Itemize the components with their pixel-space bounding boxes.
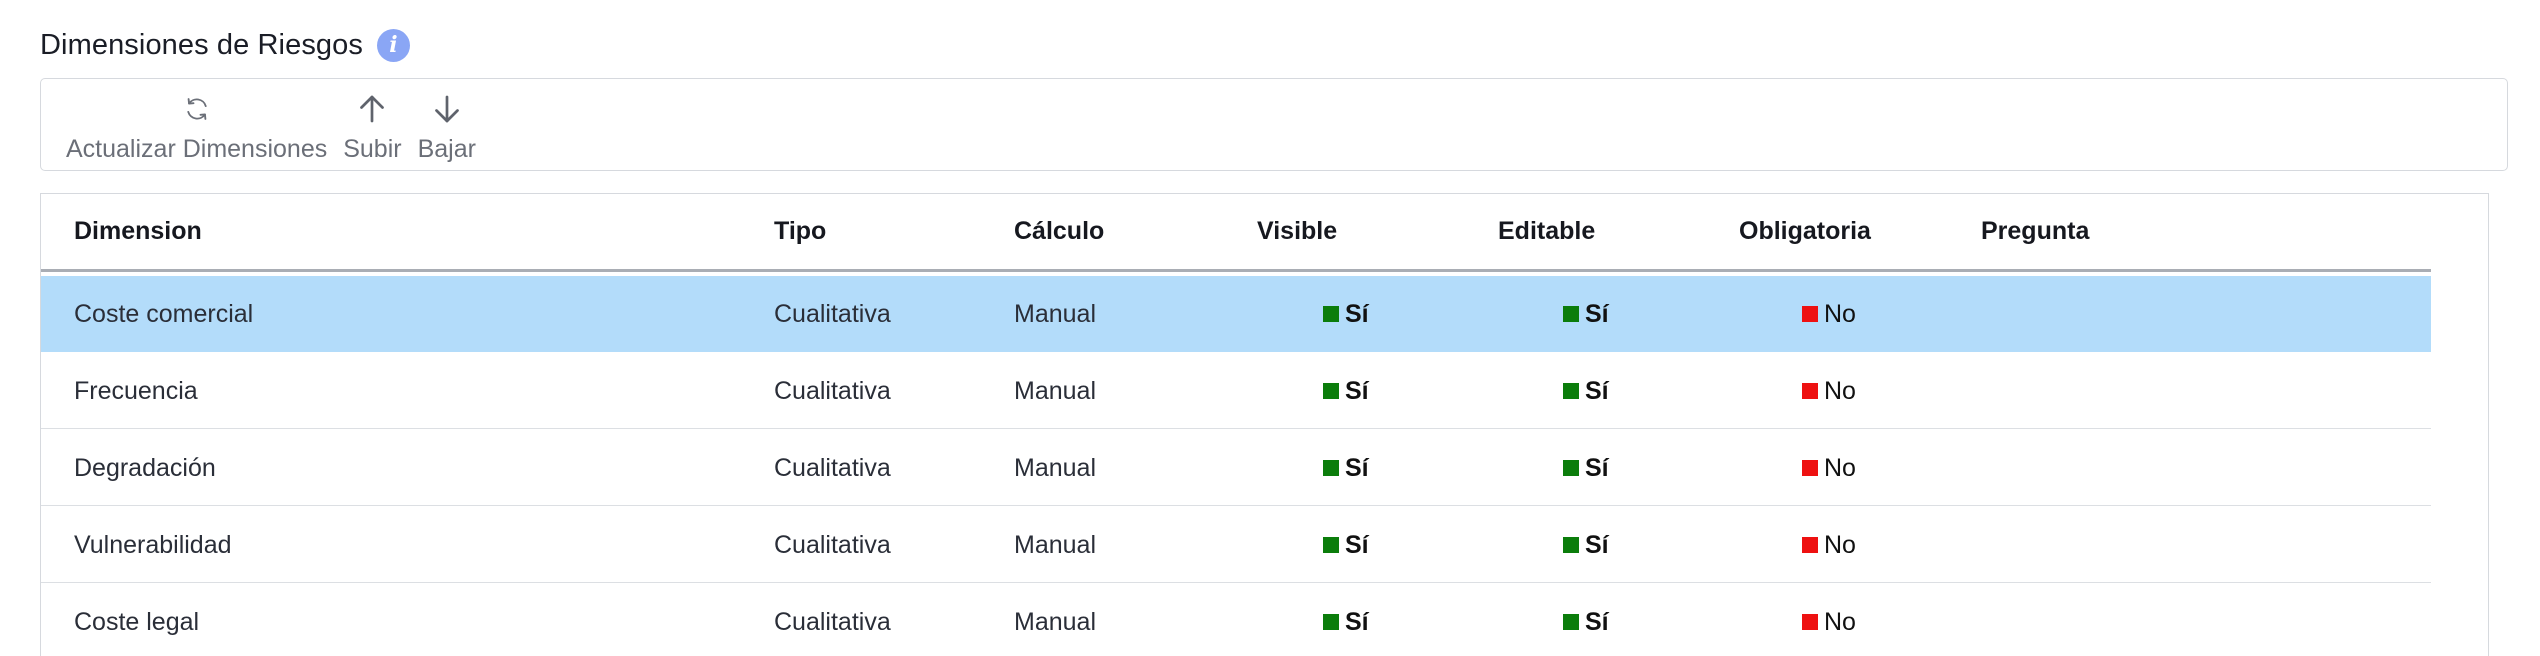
- status-square-icon: [1802, 383, 1818, 399]
- status-square-icon: [1563, 537, 1579, 553]
- cell-dimension: Degradación: [74, 454, 216, 482]
- dimensions-table: Dimension Tipo Cálculo Visible Editable …: [40, 193, 2489, 656]
- cell-obligatoria: No: [1802, 507, 1856, 583]
- column-header-visible[interactable]: Visible: [1257, 194, 1337, 269]
- info-icon[interactable]: i: [376, 28, 410, 62]
- table-row[interactable]: Coste comercial Cualitativa Manual Sí Sí…: [41, 276, 2431, 352]
- refresh-dimensions-button[interactable]: Actualizar Dimensiones: [66, 79, 327, 170]
- column-header-tipo[interactable]: Tipo: [774, 194, 826, 269]
- cell-editable: Sí: [1563, 276, 1609, 352]
- refresh-icon: [183, 87, 211, 131]
- cell-calculo: Manual: [1014, 608, 1096, 636]
- status-square-icon: [1323, 537, 1339, 553]
- status-square-icon: [1563, 614, 1579, 630]
- cell-tipo: Cualitativa: [774, 454, 891, 482]
- cell-visible: Sí: [1323, 353, 1369, 429]
- cell-editable: Sí: [1563, 584, 1609, 656]
- move-down-label: Bajar: [417, 135, 476, 163]
- cell-tipo: Cualitativa: [774, 531, 891, 559]
- table-header: Dimension Tipo Cálculo Visible Editable …: [41, 194, 2431, 272]
- status-square-icon: [1802, 306, 1818, 322]
- column-header-pregunta[interactable]: Pregunta: [1981, 194, 2089, 269]
- status-square-icon: [1802, 614, 1818, 630]
- cell-obligatoria: No: [1802, 584, 1856, 656]
- move-down-button[interactable]: Bajar: [418, 79, 476, 170]
- column-header-editable[interactable]: Editable: [1498, 194, 1595, 269]
- cell-dimension: Coste comercial: [74, 300, 254, 328]
- page: Dimensiones de Riesgos i Actualizar Dime…: [0, 0, 2540, 656]
- table-row[interactable]: Coste legal Cualitativa Manual Sí Sí No: [41, 584, 2431, 656]
- table-row[interactable]: Vulnerabilidad Cualitativa Manual Sí Sí …: [41, 507, 2431, 583]
- toolbar: Actualizar Dimensiones Subir Bajar: [40, 78, 2508, 171]
- cell-calculo: Manual: [1014, 454, 1096, 482]
- section-header: Dimensiones de Riesgos i: [40, 24, 410, 66]
- status-square-icon: [1802, 460, 1818, 476]
- status-square-icon: [1802, 537, 1818, 553]
- cell-dimension: Frecuencia: [74, 377, 198, 405]
- refresh-dimensions-label: Actualizar Dimensiones: [66, 135, 328, 163]
- status-square-icon: [1563, 383, 1579, 399]
- column-header-calculo[interactable]: Cálculo: [1014, 194, 1104, 269]
- status-square-icon: [1323, 460, 1339, 476]
- status-square-icon: [1323, 306, 1339, 322]
- arrow-up-icon: [354, 87, 390, 131]
- cell-tipo: Cualitativa: [774, 608, 891, 636]
- cell-obligatoria: No: [1802, 430, 1856, 506]
- column-header-dimension[interactable]: Dimension: [74, 194, 202, 269]
- cell-obligatoria: No: [1802, 276, 1856, 352]
- cell-visible: Sí: [1323, 430, 1369, 506]
- cell-visible: Sí: [1323, 276, 1369, 352]
- status-square-icon: [1563, 460, 1579, 476]
- cell-editable: Sí: [1563, 507, 1609, 583]
- cell-tipo: Cualitativa: [774, 377, 891, 405]
- cell-calculo: Manual: [1014, 300, 1096, 328]
- arrow-down-icon: [429, 87, 465, 131]
- table-row[interactable]: Frecuencia Cualitativa Manual Sí Sí No: [41, 353, 2431, 429]
- status-square-icon: [1323, 383, 1339, 399]
- status-square-icon: [1323, 614, 1339, 630]
- status-square-icon: [1563, 306, 1579, 322]
- cell-calculo: Manual: [1014, 377, 1096, 405]
- page-title: Dimensiones de Riesgos: [40, 28, 363, 61]
- cell-calculo: Manual: [1014, 531, 1096, 559]
- move-up-button[interactable]: Subir: [343, 79, 402, 170]
- cell-editable: Sí: [1563, 353, 1609, 429]
- cell-obligatoria: No: [1802, 353, 1856, 429]
- column-header-obligatoria[interactable]: Obligatoria: [1739, 194, 1871, 269]
- move-up-label: Subir: [343, 135, 402, 163]
- cell-editable: Sí: [1563, 430, 1609, 506]
- cell-dimension: Coste legal: [74, 608, 200, 636]
- cell-dimension: Vulnerabilidad: [74, 531, 232, 559]
- table-row[interactable]: Degradación Cualitativa Manual Sí Sí No: [41, 430, 2431, 506]
- cell-visible: Sí: [1323, 584, 1369, 656]
- cell-visible: Sí: [1323, 507, 1369, 583]
- cell-tipo: Cualitativa: [774, 300, 891, 328]
